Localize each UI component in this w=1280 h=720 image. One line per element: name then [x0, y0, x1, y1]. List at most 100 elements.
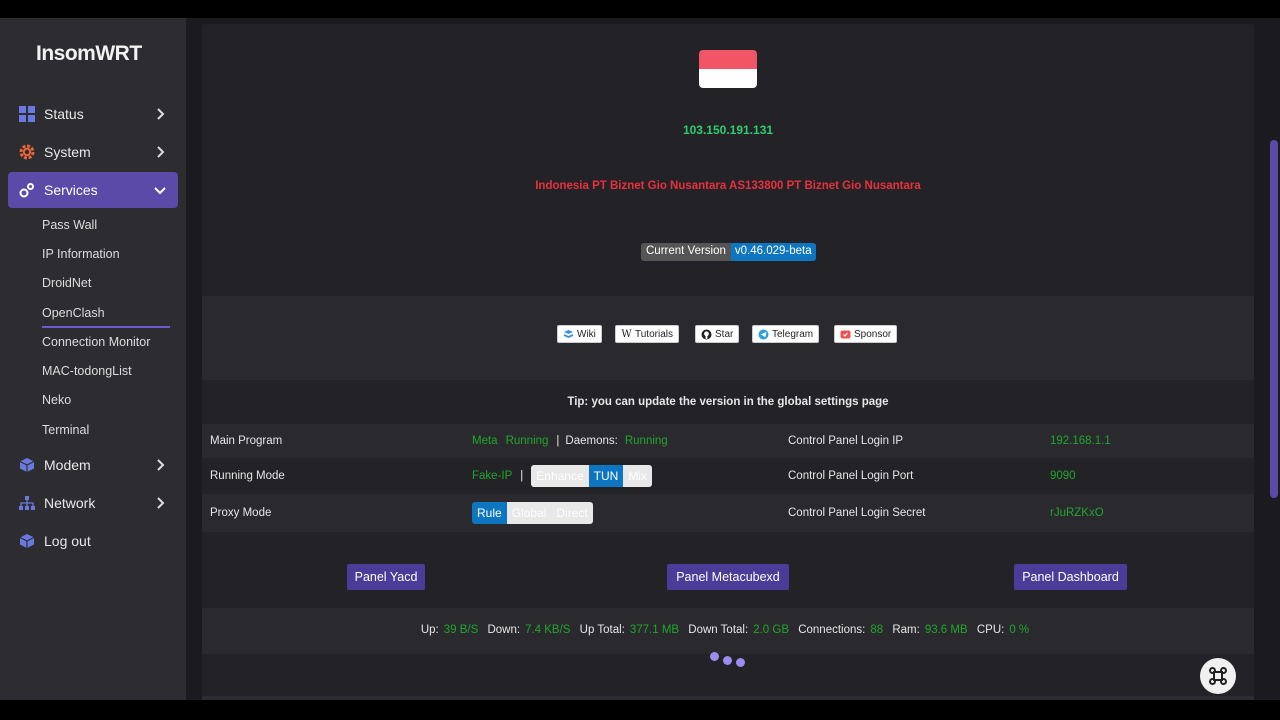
- openclash-panel: 103.150.191.131 Indonesia PT Biznet Gio …: [202, 24, 1254, 700]
- login-port-value: 9090: [1050, 470, 1076, 482]
- status-row-running-mode: Running Mode Fake-IP | Enhance TUN Mix C…: [202, 458, 1254, 494]
- command-icon: [1209, 667, 1227, 685]
- login-secret-value: rJuRZKxO: [1050, 507, 1104, 519]
- sidebar-item-label: Services: [44, 182, 98, 198]
- github-icon: [701, 329, 712, 340]
- running-mode-label: Running Mode: [210, 470, 285, 482]
- submenu-ip-information[interactable]: IP Information: [42, 247, 120, 261]
- chevron-right-icon: [157, 146, 165, 158]
- version-label: Current Version: [641, 243, 731, 261]
- version-badge: Current Version v0.46.029-beta: [641, 243, 816, 261]
- tutorials-link[interactable]: W Tutorials: [615, 325, 679, 343]
- submenu-connection-monitor[interactable]: Connection Monitor: [42, 335, 150, 349]
- separator: |: [556, 435, 560, 447]
- panel-dashboard-button[interactable]: Panel Dashboard: [1014, 564, 1127, 590]
- next-panel-edge: [202, 696, 1254, 700]
- loading-dot: [723, 656, 732, 665]
- chevron-right-icon: [157, 108, 165, 120]
- submenu-droidnet[interactable]: DroidNet: [42, 276, 91, 290]
- submenu-pass-wall[interactable]: Pass Wall: [42, 218, 97, 232]
- loading-dot: [710, 652, 719, 661]
- submenu-terminal[interactable]: Terminal: [42, 423, 89, 437]
- daemons-label: Daemons:: [565, 435, 618, 447]
- status-row-main-program: Main Program Meta Running | Daemons: Run…: [202, 424, 1254, 458]
- sidebar-item-label: System: [44, 144, 91, 160]
- login-secret-label: Control Panel Login Secret: [788, 507, 926, 519]
- cpu-value: 0 %: [1009, 624, 1030, 636]
- connections-label: Connections:: [798, 624, 866, 636]
- telegram-icon: [758, 329, 769, 340]
- star-link[interactable]: Star: [695, 325, 740, 343]
- up-total-value: 377.1 MB: [629, 624, 680, 636]
- chevron-down-icon: [154, 187, 166, 195]
- panel-metacubexd-button[interactable]: Panel Metacubexd: [667, 564, 789, 590]
- network-icon: [18, 494, 36, 512]
- sidebar-item-services[interactable]: Services: [8, 172, 178, 208]
- services-icon: [18, 181, 36, 199]
- sidebar-item-status[interactable]: Status: [8, 96, 178, 132]
- proxy-mode-toggle: Rule Global Direct: [472, 502, 593, 524]
- submenu-mac-todonglist[interactable]: MAC-todongList: [42, 364, 132, 378]
- isp-info: Indonesia PT Biznet Gio Nusantara AS1338…: [535, 180, 921, 192]
- public-ip: 103.150.191.131: [682, 123, 774, 137]
- status-row-proxy-mode: Proxy Mode Rule Global Direct Control Pa…: [202, 494, 1254, 532]
- scrollbar-thumb[interactable]: [1270, 140, 1278, 498]
- mode-mix-option[interactable]: Mix: [623, 465, 652, 487]
- sidebar-item-label: Network: [44, 495, 96, 511]
- submenu-selected-indicator: [42, 326, 170, 328]
- wikipedia-icon: W: [621, 328, 632, 340]
- running-mode-toggle: Enhance TUN Mix: [531, 465, 652, 487]
- cpu-label: CPU:: [976, 624, 1005, 636]
- down-label: Down:: [487, 624, 521, 636]
- down-total-value: 2.0 GB: [753, 624, 789, 636]
- logout-icon: [18, 532, 36, 550]
- sponsor-link[interactable]: Sponsor: [834, 325, 898, 343]
- submenu-neko[interactable]: Neko: [42, 393, 71, 407]
- telegram-link[interactable]: Telegram: [752, 325, 820, 343]
- mode-global-option[interactable]: Global: [506, 502, 552, 524]
- sidebar-item-logout[interactable]: Log out: [8, 523, 178, 559]
- wiki-link[interactable]: Wiki: [557, 325, 602, 343]
- traffic-stats-bar: Up: 39 B/S Down: 7.4 KB/S Up Total: 377.1 M…: [202, 608, 1254, 654]
- links-bar: Wiki W Tutorials Star Telegram Sponsor: [202, 296, 1254, 380]
- ram-label: Ram:: [892, 624, 920, 636]
- separator: |: [520, 470, 524, 482]
- main-program-label: Main Program: [210, 435, 283, 447]
- up-value: 39 B/S: [443, 624, 479, 636]
- chevron-right-icon: [157, 459, 165, 471]
- login-ip-label: Control Panel Login IP: [788, 435, 904, 447]
- proxy-mode-label: Proxy Mode: [210, 507, 272, 519]
- sidebar-item-label: Log out: [44, 533, 91, 549]
- core-name: Meta: [472, 435, 498, 447]
- sidebar-item-label: Modem: [44, 457, 91, 473]
- submenu-openclash[interactable]: OpenClash: [42, 306, 105, 320]
- running-mode-value: Fake-IP: [472, 470, 513, 482]
- panel-yacd-button[interactable]: Panel Yacd: [347, 564, 425, 590]
- sidebar-item-modem[interactable]: Modem: [8, 447, 178, 483]
- update-tip: Tip: you can update the version in the g…: [567, 396, 889, 408]
- down-value: 7.4 KB/S: [525, 624, 571, 636]
- country-flag: [699, 50, 757, 88]
- down-total-label: Down Total:: [688, 624, 749, 636]
- sponsor-icon: [840, 329, 851, 340]
- mode-rule-option[interactable]: Rule: [472, 502, 507, 524]
- login-ip-value: 192.168.1.1: [1050, 435, 1111, 447]
- sidebar-item-network[interactable]: Network: [8, 485, 178, 521]
- login-port-label: Control Panel Login Port: [788, 470, 914, 482]
- menu-fab-button[interactable]: [1200, 658, 1236, 694]
- mode-enhance-option[interactable]: Enhance: [531, 465, 589, 487]
- up-total-label: Up Total:: [579, 624, 625, 636]
- ram-value: 93.6 MB: [924, 624, 968, 636]
- sidebar-item-label: Status: [44, 106, 84, 122]
- app-logo: InsomWRT: [36, 42, 142, 65]
- version-value: v0.46.029-beta: [730, 243, 816, 261]
- gear-icon: [18, 143, 36, 161]
- up-label: Up:: [420, 624, 439, 636]
- app-frame: InsomWRT Status System Services Pass Wal…: [0, 18, 1280, 700]
- book-icon: [563, 329, 574, 340]
- mode-tun-option[interactable]: TUN: [588, 465, 624, 487]
- mode-direct-option[interactable]: Direct: [551, 502, 593, 524]
- chevron-right-icon: [157, 497, 165, 509]
- core-status: Running: [505, 435, 549, 447]
- sidebar-item-system[interactable]: System: [8, 134, 178, 170]
